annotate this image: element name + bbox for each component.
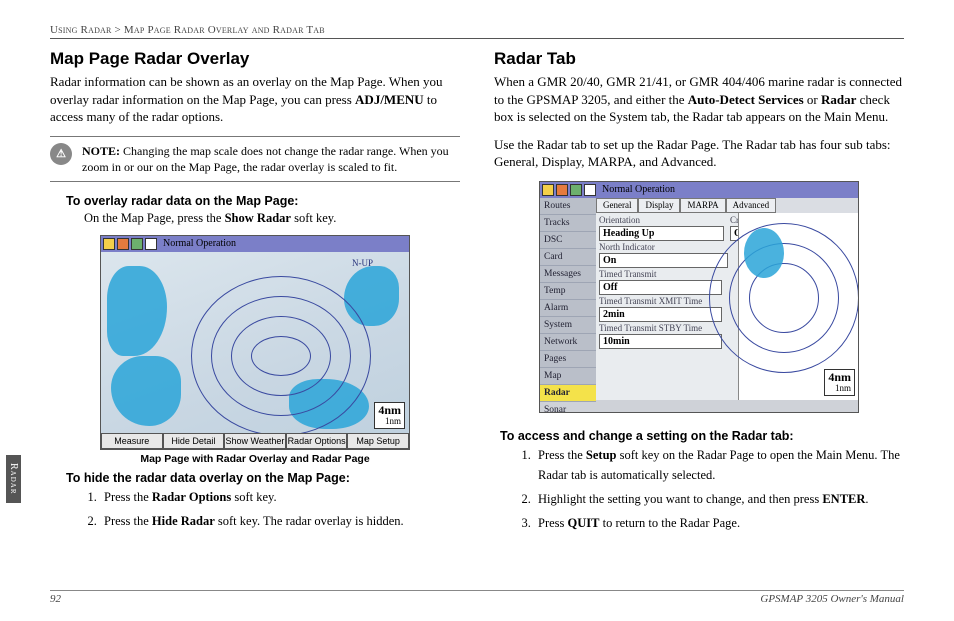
field-stby-time[interactable]: 10min (599, 334, 722, 349)
topbar-icon (145, 238, 157, 250)
list-item: Press the Radar Options soft key. (100, 487, 460, 507)
note-block: ⚠ NOTE: Changing the map scale does not … (50, 136, 460, 182)
figure-radar-tab: Normal Operation Routes Tracks DSC Card … (539, 181, 859, 413)
tab-display[interactable]: Display (638, 198, 680, 213)
overlay-intro: Radar information can be shown as an ove… (50, 73, 460, 126)
softkey[interactable]: Map Setup (347, 433, 409, 449)
figure-topbar: Normal Operation (101, 236, 409, 252)
breadcrumb-section: Using Radar (50, 24, 112, 36)
sidebar-item[interactable]: Temp (540, 283, 596, 300)
radar-tab-p2: Use the Radar tab to set up the Radar Pa… (494, 136, 904, 171)
note-text: NOTE: Changing the map scale does not ch… (82, 143, 460, 175)
sidebar-item[interactable]: Tracks (540, 215, 596, 232)
list-item: Press the Hide Radar soft key. The radar… (100, 511, 460, 531)
topbar-icon (556, 184, 568, 196)
settings-sidebar: Routes Tracks DSC Card Messages Temp Ala… (540, 198, 596, 400)
topbar-icon (542, 184, 554, 196)
radar-tab-p1: When a GMR 20/40, GMR 21/41, or GMR 404/… (494, 73, 904, 126)
topbar-icon (570, 184, 582, 196)
breadcrumb-page: Map Page Radar Overlay and Radar Tab (124, 24, 325, 36)
figure-softkeys: Measure Hide Detail Show Weather Radar O… (101, 433, 409, 449)
sidebar-item[interactable]: Alarm (540, 300, 596, 317)
topbar-icon (584, 184, 596, 196)
sidebar-item[interactable]: Messages (540, 266, 596, 283)
topbar-icon (103, 238, 115, 250)
tab-advanced[interactable]: Advanced (726, 198, 776, 213)
left-column: Map Page Radar Overlay Radar information… (50, 49, 460, 537)
figure-status: Normal Operation (602, 184, 675, 195)
list-item: Press the Setup soft key on the Radar Pa… (534, 445, 904, 485)
figure-caption: Map Page with Radar Overlay and Radar Pa… (100, 453, 410, 465)
figure-status: Normal Operation (163, 238, 236, 249)
topbar-icon (117, 238, 129, 250)
field-xmit-time[interactable]: 2min (599, 307, 722, 322)
sidebar-item[interactable]: DSC (540, 232, 596, 249)
sidebar-item[interactable]: Pages (540, 351, 596, 368)
tab-general[interactable]: General (596, 198, 638, 213)
page-number: 92 (50, 593, 61, 605)
settings-tabs: General Display MARPA Advanced (596, 198, 858, 213)
field-orientation[interactable]: Heading Up (599, 226, 724, 241)
breadcrumb: Using Radar > Map Page Radar Overlay and… (50, 24, 904, 39)
sidebar-item[interactable]: System (540, 317, 596, 334)
sidebar-item[interactable]: Sonar (540, 402, 596, 413)
list-item: Press QUIT to return to the Radar Page. (534, 513, 904, 533)
access-steps: Press the Setup soft key on the Radar Pa… (534, 445, 904, 533)
sidebar-item[interactable]: Map (540, 368, 596, 385)
page-footer: 92 GPSMAP 3205 Owner's Manual (50, 590, 904, 605)
note-icon: ⚠ (50, 143, 72, 165)
tab-marpa[interactable]: MARPA (680, 198, 725, 213)
softkey[interactable]: Radar Options (286, 433, 348, 449)
sidebar-item[interactable]: Card (540, 249, 596, 266)
right-column: Radar Tab When a GMR 20/40, GMR 21/41, o… (494, 49, 904, 537)
list-item: Highlight the setting you want to change… (534, 489, 904, 509)
breadcrumb-sep: > (115, 24, 121, 36)
sidebar-item[interactable]: Routes (540, 198, 596, 215)
softkey[interactable]: Measure (101, 433, 163, 449)
sidebar-item-radar[interactable]: Radar (540, 385, 596, 402)
heading-radar-tab: Radar Tab (494, 49, 904, 69)
figure-topbar: Normal Operation (540, 182, 858, 198)
manual-title: GPSMAP 3205 Owner's Manual (760, 593, 904, 605)
figure-radar-image: Normal Operation Routes Tracks DSC Card … (539, 181, 859, 413)
radar-preview: 4nm 1nm (738, 213, 858, 400)
heading-map-overlay: Map Page Radar Overlay (50, 49, 460, 69)
field-north-indicator[interactable]: On (599, 253, 728, 268)
figure-map-overlay: Normal Operation N-UP 4nm 1nm Measur (100, 235, 410, 465)
sidebar-item[interactable]: Network (540, 334, 596, 351)
side-tab-radar: Radar (6, 455, 21, 503)
softkey[interactable]: Show Weather (224, 433, 286, 449)
subhead-access-radar: To access and change a setting on the Ra… (500, 429, 904, 443)
north-up-label: N-UP (352, 258, 373, 268)
softkey[interactable]: Hide Detail (163, 433, 225, 449)
overlay-step: On the Map Page, press the Show Radar so… (84, 210, 460, 227)
subhead-hide-overlay: To hide the radar data overlay on the Ma… (66, 471, 460, 485)
field-timed-transmit[interactable]: Off (599, 280, 722, 295)
hide-steps: Press the Radar Options soft key. Press … (100, 487, 460, 531)
scale-box: 4nm 1nm (374, 402, 405, 429)
subhead-overlay: To overlay radar data on the Map Page: (66, 194, 460, 208)
topbar-icon (131, 238, 143, 250)
figure-map-image: Normal Operation N-UP 4nm 1nm Measur (100, 235, 410, 450)
